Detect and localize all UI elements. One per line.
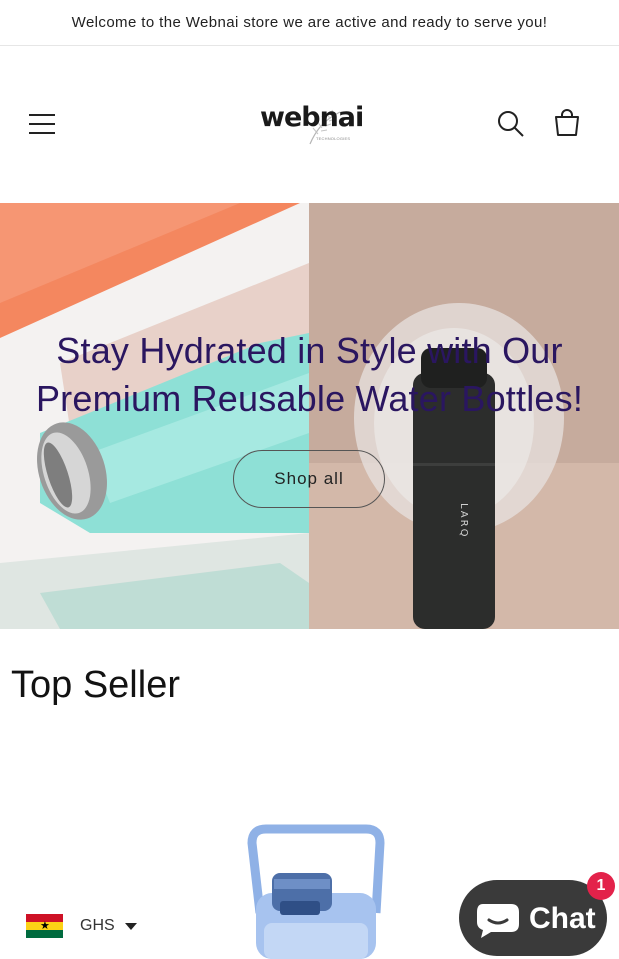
hero-title-line2: Premium Reusable Water Bottles! (35, 378, 584, 419)
hero-title-line1: Stay Hydrated in Style with Our (56, 330, 563, 371)
caret-down-icon (124, 922, 137, 930)
menu-button[interactable] (29, 112, 55, 136)
chat-notification-badge: 1 (587, 872, 615, 900)
announcement-bar: Welcome to the Webnai store we are activ… (0, 0, 619, 46)
search-button[interactable] (497, 110, 525, 138)
search-icon (498, 111, 524, 137)
product-card-image[interactable] (236, 823, 386, 959)
hamburger-menu-icon (29, 114, 55, 116)
hero-banner: LARQ Stay Hydrated in Style with Our Pre… (0, 203, 619, 629)
hero-title: Stay Hydrated in Style with Our Premium … (0, 327, 619, 423)
site-header: webnai TECHNOLOGIES (0, 46, 619, 203)
logo-subtitle: TECHNOLOGIES (316, 136, 351, 141)
currency-code: GHS (80, 917, 115, 934)
ghana-flag-icon: ★ (26, 914, 63, 938)
shop-all-button[interactable]: Shop all (233, 450, 385, 508)
chat-button[interactable]: Chat (459, 880, 607, 956)
water-bottle-image (247, 824, 385, 959)
logo-text: webnai (260, 102, 364, 133)
cart-button[interactable] (552, 108, 582, 138)
cart-icon (555, 109, 579, 136)
bottle-brand-label: LARQ (458, 503, 469, 538)
logo[interactable]: webnai TECHNOLOGIES (258, 100, 364, 152)
currency-selector[interactable]: ★ GHS (26, 913, 137, 939)
chat-bubble-icon (477, 904, 519, 938)
section-title: Top Seller (11, 664, 180, 706)
chat-label: Chat (529, 902, 596, 935)
announcement-text: Welcome to the Webnai store we are activ… (71, 14, 548, 31)
